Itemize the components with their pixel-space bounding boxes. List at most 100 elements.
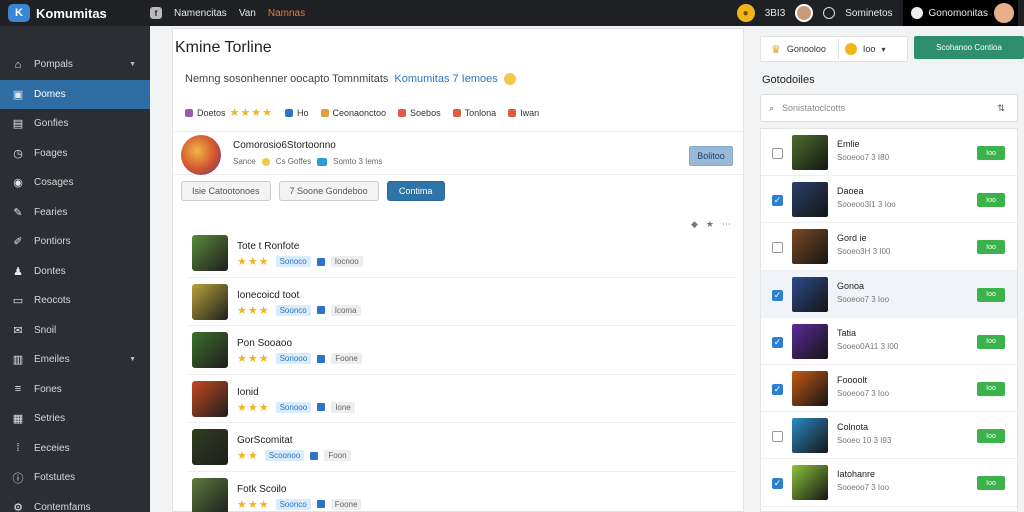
selection-item[interactable]: ✓ Gonoa Sooeoo7 3 Ioo Ioo	[761, 270, 1017, 318]
brush-icon: ✎	[13, 206, 23, 219]
account-selector[interactable]: ♛ Gonooloo Ioo ▾	[760, 36, 908, 62]
result-pill[interactable]: Sonooo	[275, 401, 312, 413]
result-row[interactable]: Ionecoicd toot ★★★ Soonco Icoma	[187, 278, 737, 326]
sidebar-item[interactable]: ♟ Dontes	[0, 257, 150, 287]
tag-item[interactable]: Tonlona	[452, 108, 496, 118]
item-action-button[interactable]: Ioo	[977, 334, 1005, 349]
sidebar-item[interactable]: ✎ Fearies	[0, 198, 150, 228]
sidebar-item[interactable]: ▭ Reocots	[0, 286, 150, 316]
result-pill[interactable]: Sonoco	[275, 256, 311, 267]
item-action-button[interactable]: Ioo	[977, 193, 1005, 208]
result-title[interactable]: GorScomitat	[237, 435, 293, 446]
selection-item[interactable]: ✓ Daoea Sooeoo3I1 3 Ioo Ioo	[761, 176, 1017, 224]
continue-button[interactable]: Contima	[386, 181, 445, 201]
checkbox[interactable]: ✓	[772, 289, 783, 301]
sort-icon[interactable]: ⇅	[997, 103, 1005, 114]
result-pill[interactable]: Foon	[324, 450, 351, 461]
result-thumbnail[interactable]	[192, 332, 228, 368]
result-pill[interactable]: Icoma	[330, 304, 361, 316]
checkbox[interactable]: ✓	[772, 195, 783, 207]
sidebar-item[interactable]: ⓘ Fotstutes	[0, 463, 150, 493]
item-action-button[interactable]: Ioo	[977, 240, 1005, 255]
sidebar-item[interactable]: ⁞ Eeceies	[0, 434, 150, 464]
info-link[interactable]: Komumitas 7 Iemoes	[394, 73, 497, 85]
user-link[interactable]: Sominetos	[845, 8, 892, 19]
result-title[interactable]: Ionecoicd toot	[237, 290, 299, 301]
checkbox[interactable]	[772, 431, 783, 443]
result-pill[interactable]: Scoonoo	[264, 450, 305, 461]
sidebar-item[interactable]: ◷ Foages	[0, 139, 150, 169]
top-nav-item[interactable]: Van	[239, 8, 256, 19]
result-row[interactable]: Pon Sooaoo ★★★ Sonooo Foone	[187, 326, 737, 375]
sidebar-item[interactable]: ✉ Snoil	[0, 316, 150, 346]
result-pill[interactable]: Soonco	[275, 304, 311, 316]
coin-icon[interactable]: ●	[736, 4, 755, 22]
tag-item[interactable]: Ceonaonctoo	[320, 108, 386, 118]
tag-item[interactable]: Ho	[284, 108, 309, 118]
result-thumbnail[interactable]	[192, 283, 228, 320]
result-thumbnail[interactable]	[192, 477, 228, 512]
filter-sort-button[interactable]: 7 Soone Gondeboo	[278, 181, 379, 201]
item-action-button[interactable]: Ioo	[977, 146, 1005, 160]
sidebar-item[interactable]: ≡ Fones	[0, 375, 150, 405]
item-action-button[interactable]: Ioo	[977, 429, 1005, 444]
result-row[interactable]: Fotk Scoilo ★★★ Soonco Foone	[187, 472, 737, 512]
sidebar-item[interactable]: ◉ Cosages	[0, 168, 150, 198]
selection-item[interactable]: ✓ Tatia Sooeo0A11 3 I00 Ioo	[761, 318, 1017, 365]
top-nav-item[interactable]: Namencitas	[174, 8, 227, 19]
tag-item[interactable]: Doetos ★★★★	[185, 106, 273, 119]
sidebar-item[interactable]: ⌂ Pompals ▼	[0, 50, 150, 80]
item-action-button[interactable]: Ioo	[977, 287, 1005, 302]
result-pill[interactable]: Soonco	[275, 498, 311, 510]
selection-item[interactable]: ✓ Iatohanre Sooeoo7 3 Ioo Ioo	[761, 459, 1017, 507]
tag-item[interactable]: Soebos	[398, 108, 441, 118]
user-avatar[interactable]	[994, 3, 1014, 23]
result-title[interactable]: Ionid	[237, 387, 259, 398]
chevron-down-icon[interactable]: ▼	[129, 61, 136, 68]
result-row[interactable]: GorScomitat ★★ Scoonoo Foon	[187, 423, 737, 472]
selection-item[interactable]: Emlie Sooeoo7 3 I80 Ioo	[761, 129, 1017, 177]
primary-action-button[interactable]: Scohanoo Contioa	[914, 36, 1024, 59]
result-pill[interactable]: Iocnoo	[330, 256, 363, 267]
filter-categories-button[interactable]: Isie Catootonoes	[181, 181, 271, 201]
result-row[interactable]: Tote t Ronfote ★★★ Sonoco Iocnoo	[187, 229, 737, 278]
sidebar-item[interactable]: ▤ Gonfies	[0, 109, 150, 139]
selection-item[interactable]: Gord ie Sooeo3H 3 I00 Ioo	[761, 223, 1017, 271]
checkbox[interactable]: ✓	[772, 478, 783, 490]
facebook-icon[interactable]: f	[150, 7, 162, 19]
avatar[interactable]	[795, 4, 814, 22]
brand[interactable]: K Komumitas	[0, 4, 150, 22]
result-title[interactable]: Pon Sooaoo	[237, 338, 292, 349]
item-action-button[interactable]: Ioo	[977, 381, 1005, 396]
checkbox[interactable]: ✓	[772, 336, 783, 348]
tag-item[interactable]: Iwan	[508, 108, 539, 118]
result-pill[interactable]: Foone	[331, 353, 362, 364]
checkbox[interactable]: ✓	[772, 383, 783, 395]
sidebar-item[interactable]: ✐ Pontiors	[0, 227, 150, 257]
result-thumbnail[interactable]	[192, 429, 228, 465]
chevron-down-icon[interactable]: ▼	[129, 356, 136, 363]
user-menu[interactable]: Gonomonitas	[902, 0, 1018, 26]
product-action-button[interactable]: Bolitoo	[689, 146, 733, 166]
top-nav-item-highlight[interactable]: Namnas	[268, 8, 305, 19]
result-title[interactable]: Tote t Ronfote	[237, 241, 299, 252]
item-action-button[interactable]: Ioo	[977, 476, 1005, 491]
selection-item[interactable]: ✓ Foooolt Sooeoo7 3 Ioo Ioo	[761, 365, 1017, 413]
result-pill[interactable]: Sonooo	[275, 353, 312, 364]
result-title[interactable]: Fotk Scoilo	[237, 484, 286, 495]
sidebar-item[interactable]: ⚙ Contemfams	[0, 493, 150, 512]
chevron-down-icon[interactable]: ▾	[881, 45, 885, 54]
result-pill[interactable]: Ione	[331, 401, 355, 413]
result-pill[interactable]: Foone	[330, 498, 362, 510]
sidebar-item[interactable]: ▦ Setries	[0, 404, 150, 434]
tag-icon	[452, 108, 461, 117]
checkbox[interactable]	[772, 242, 783, 254]
sidebar-item[interactable]: ▥ Emeiles ▼	[0, 345, 150, 375]
selection-item[interactable]: Colnota Sooeo 10 3 I93 Ioo	[761, 412, 1017, 460]
result-thumbnail[interactable]	[192, 235, 228, 271]
result-row[interactable]: Ionid ★★★ Sonooo Ione	[187, 375, 737, 423]
result-thumbnail[interactable]	[192, 380, 228, 417]
search-field[interactable]: ⌕ Sonistatoclcotts ⇅	[760, 94, 1018, 122]
checkbox[interactable]	[772, 148, 783, 159]
sidebar-item[interactable]: ▣ Domes	[0, 79, 150, 109]
